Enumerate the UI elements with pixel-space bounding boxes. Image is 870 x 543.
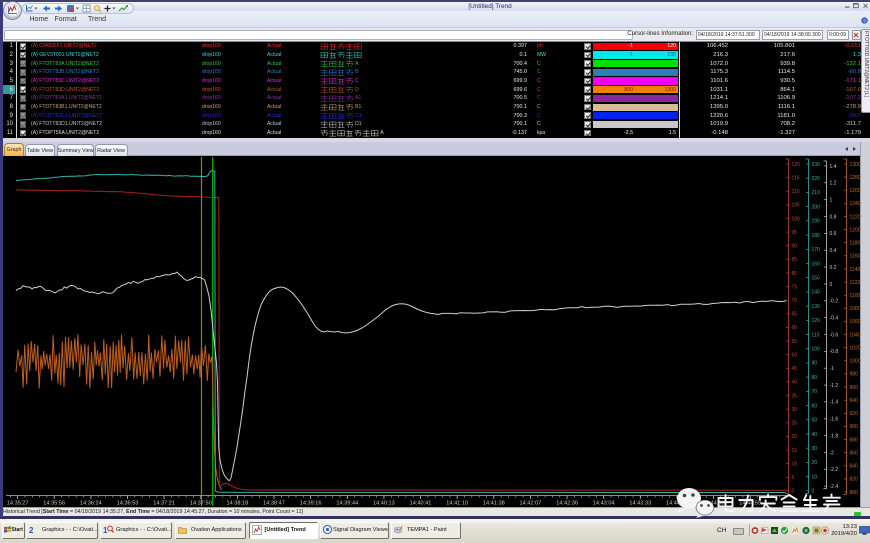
svg-text:?: ? [863, 18, 866, 24]
